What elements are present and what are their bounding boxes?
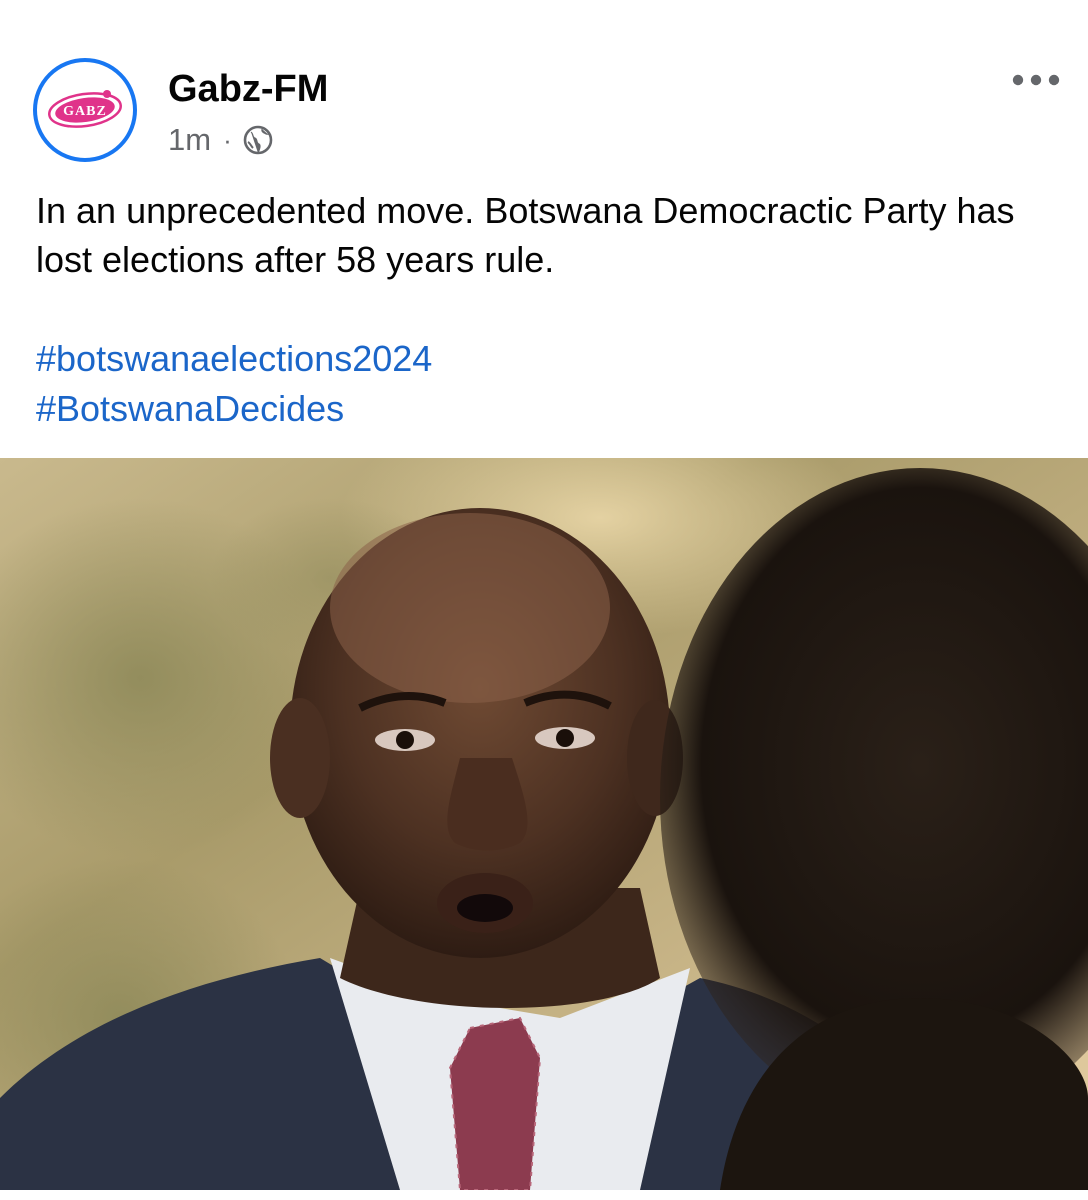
globe-icon[interactable] — [242, 124, 274, 156]
page-avatar[interactable]: GABZ — [33, 58, 137, 162]
hashtag-link[interactable]: #BotswanaDecides — [36, 384, 432, 434]
more-options-button[interactable] — [1004, 60, 1068, 100]
post-message: In an unprecedented move. Botswana Democ… — [36, 190, 1015, 280]
facebook-post: GABZ Gabz-FM 1m · In an unprecedented mo… — [0, 0, 1088, 1200]
post-photo[interactable] — [0, 458, 1088, 1190]
post-body-text: In an unprecedented move. Botswana Democ… — [36, 186, 1056, 284]
man-portrait-image — [0, 458, 1088, 1190]
post-footer-spacer — [0, 1190, 1088, 1200]
page-name[interactable]: Gabz-FM — [168, 66, 328, 112]
post-meta: 1m · — [168, 120, 274, 160]
more-horizontal-icon — [1012, 74, 1060, 86]
post-timestamp[interactable]: 1m — [168, 122, 211, 158]
gabz-logo: GABZ — [48, 90, 122, 128]
svg-text:GABZ: GABZ — [63, 104, 107, 119]
hashtag-list: #botswanaelections2024 #BotswanaDecides — [36, 334, 432, 434]
post-header: GABZ Gabz-FM 1m · — [0, 0, 1088, 170]
hashtag-link[interactable]: #botswanaelections2024 — [36, 334, 432, 384]
meta-separator: · — [223, 124, 232, 155]
